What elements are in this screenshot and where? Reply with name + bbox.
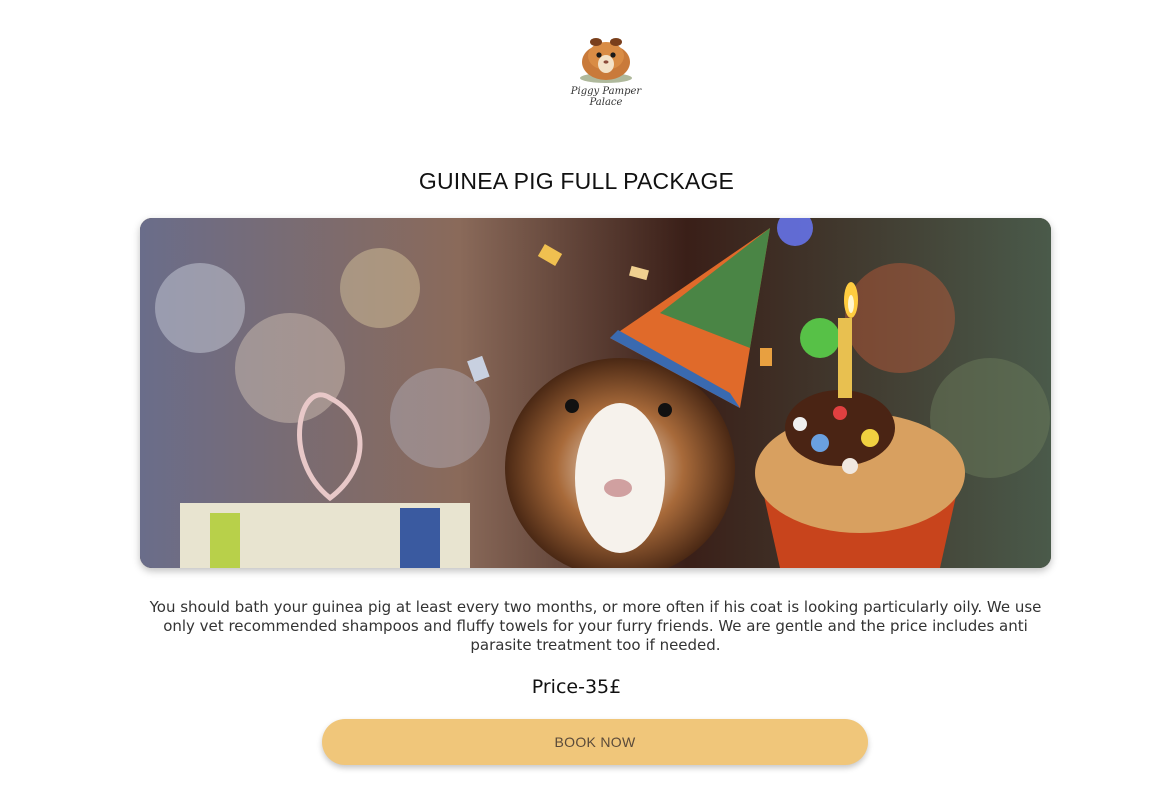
book-now-button[interactable]: BOOK NOW [322, 719, 868, 765]
hero-image [140, 218, 1051, 568]
service-price: Price-35£ [531, 676, 622, 698]
brand-name-line2: Palace [589, 97, 623, 108]
brand-name: Piggy Pamper Palace [566, 86, 646, 108]
brand-logo[interactable]: Piggy Pamper Palace [566, 28, 646, 118]
page-title: GUINEA PIG FULL PACKAGE [418, 168, 735, 194]
brand-name-line1: Piggy Pamper [570, 86, 642, 97]
service-description: You should bath your guinea pig at least… [149, 598, 1042, 654]
guinea-pig-icon [580, 38, 632, 83]
party-guinea-pig-illustration [140, 218, 1051, 568]
